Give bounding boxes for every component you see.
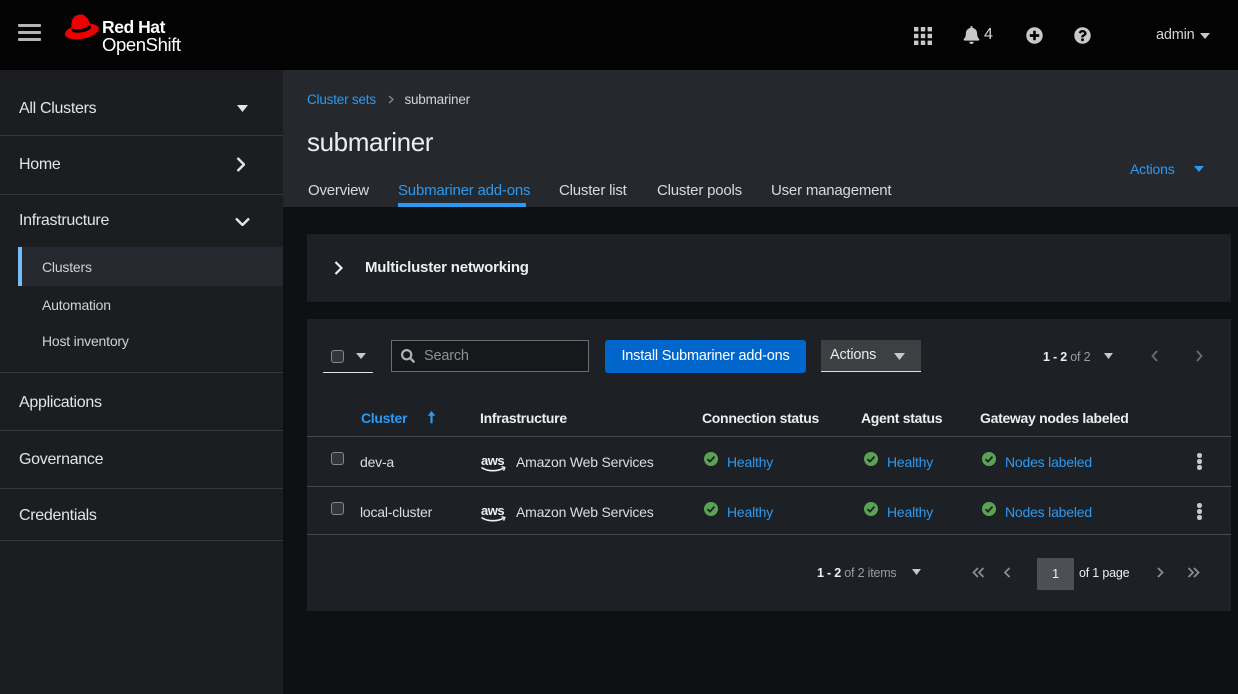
svg-text:OpenShift: OpenShift [102,34,181,55]
svg-text:aws: aws [481,503,504,518]
svg-text:aws: aws [481,453,504,468]
